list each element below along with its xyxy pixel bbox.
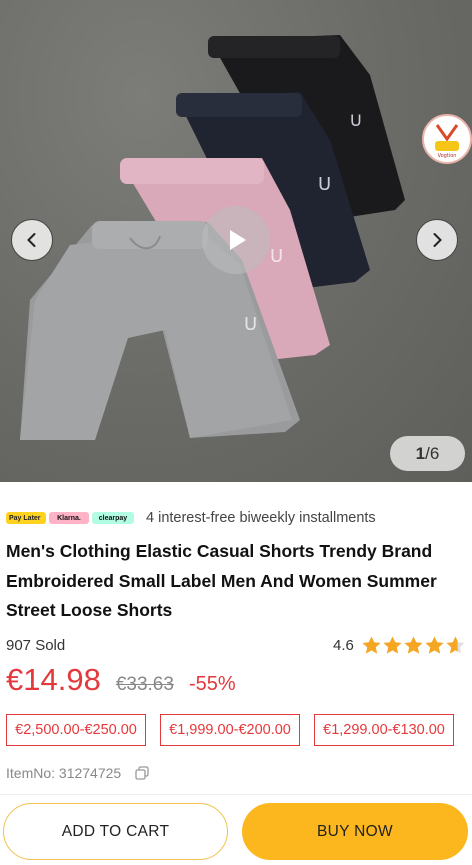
installments-row[interactable]: Pay Later Klarna. clearpay 4 interest-fr… (6, 508, 376, 528)
next-image-button[interactable] (416, 219, 458, 261)
coupon-3[interactable]: €1,299.00-€130.00 (314, 714, 454, 746)
paylater-logo: Pay Later (6, 512, 46, 524)
image-counter-total: /6 (425, 443, 440, 463)
original-price: €33.63 (115, 674, 174, 695)
brand-badge-text: Vogtion (438, 153, 457, 159)
product-title: Men's Clothing Elastic Casual Shorts Tre… (6, 541, 437, 620)
star-icon (445, 635, 466, 656)
price-row: €14.98 €33.63 -55% (6, 662, 236, 702)
clearpay-logo: clearpay (92, 512, 134, 524)
image-counter-current: 1 (415, 443, 426, 463)
action-bar-divider (0, 794, 472, 795)
coupon-1[interactable]: €2,500.00-€250.00 (6, 714, 146, 746)
star-icon (361, 635, 382, 656)
installments-text: 4 interest-free biweekly installments (146, 510, 376, 526)
item-number: ItemNo: 31274725 (6, 765, 122, 781)
item-number-row: ItemNo: 31274725 (6, 765, 149, 781)
play-video-button[interactable] (202, 206, 270, 274)
chevron-left-icon (27, 233, 36, 247)
product-rating[interactable]: 4.6 (333, 635, 466, 656)
star-icon (403, 635, 424, 656)
buy-now-button[interactable]: BUY NOW (242, 803, 468, 860)
star-icon (424, 635, 445, 656)
current-price: €14.98 (6, 662, 101, 697)
product-image-gallery[interactable]: ꓴ ꓴ ꓴ ꓴ Vogtion 1/6 (0, 0, 472, 482)
add-to-cart-button[interactable]: ADD TO CART (3, 803, 228, 860)
sold-count: 907 Sold (6, 637, 66, 654)
chevron-right-icon (433, 233, 442, 247)
previous-image-button[interactable] (11, 219, 53, 261)
svg-text:ꓴ: ꓴ (270, 246, 283, 267)
rating-value: 4.6 (333, 637, 354, 654)
copy-icon[interactable] (135, 766, 149, 780)
image-counter: 1/6 (390, 436, 465, 471)
svg-text:ꓴ: ꓴ (350, 111, 362, 130)
coupon-2[interactable]: €1,999.00-€200.00 (160, 714, 300, 746)
brand-badge-icon: Vogtion (422, 114, 472, 164)
discount-badge: -55% (188, 673, 236, 695)
star-icon (382, 635, 403, 656)
rating-stars (361, 635, 466, 656)
play-icon (230, 230, 246, 250)
klarna-logo: Klarna. (49, 512, 89, 524)
svg-text:ꓴ: ꓴ (244, 314, 257, 335)
svg-text:ꓴ: ꓴ (318, 174, 331, 195)
